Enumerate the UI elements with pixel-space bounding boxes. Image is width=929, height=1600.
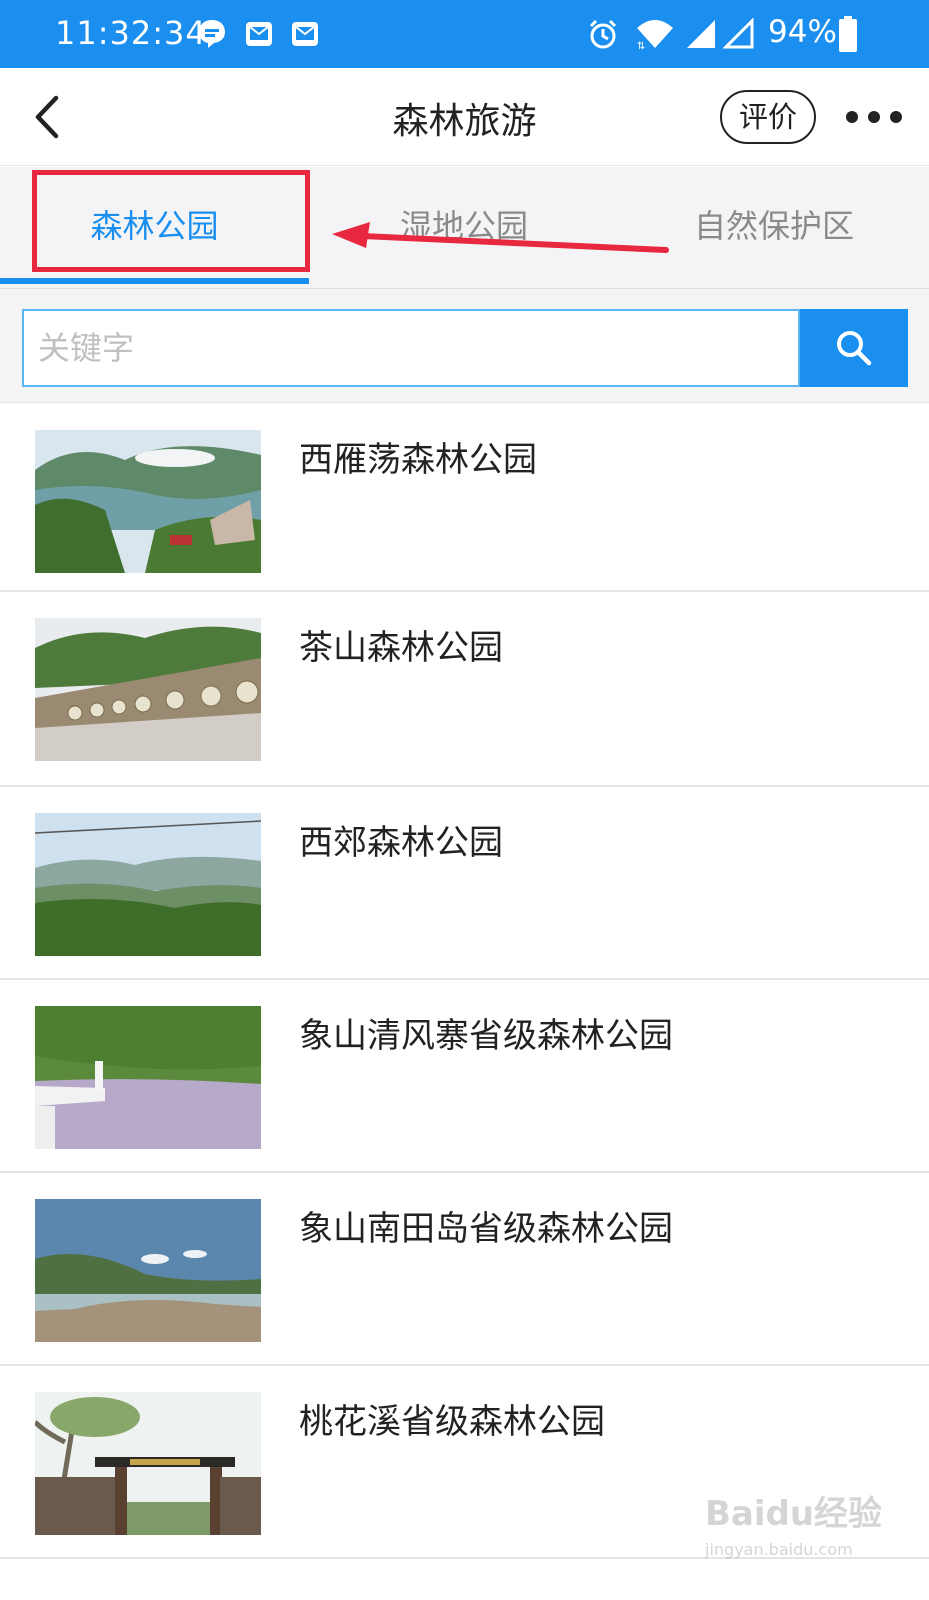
search-button[interactable] (800, 309, 908, 387)
search-input[interactable] (22, 309, 800, 387)
park-title: 西郊森林公园 (299, 823, 503, 863)
park-thumbnail (35, 1199, 261, 1342)
more-menu-button[interactable] (846, 104, 902, 130)
list-item[interactable]: 西郊森林公园 (0, 787, 929, 980)
alarm-icon (586, 18, 620, 50)
list-item[interactable]: 象山南田岛省级森林公园 (0, 1173, 929, 1366)
park-title: 象山南田岛省级森林公园 (299, 1209, 673, 1249)
list-item[interactable]: 茶山森林公园 (0, 592, 929, 787)
list-item[interactable]: 西雁荡森林公园 (0, 404, 929, 592)
list-item[interactable]: 象山清风寨省级森林公园 (0, 980, 929, 1173)
status-time: 11:32:34 (55, 14, 207, 52)
search-icon (837, 331, 872, 366)
chat-notification-icon (196, 18, 228, 50)
park-thumbnail (35, 618, 261, 761)
signal-icon (684, 18, 718, 50)
battery-icon (838, 14, 858, 54)
park-list: 西雁荡森林公园 茶山森林公园 西郊森林公园 象山清风寨省级森林公园 象山南田岛省… (0, 404, 929, 1559)
baidu-watermark-logo: Baidu经验 jingyan.baidu.com (705, 1494, 882, 1559)
park-title: 茶山森林公园 (299, 628, 503, 668)
mail-icon (290, 18, 320, 50)
rate-button[interactable]: 评价 (720, 90, 816, 144)
status-bar: 11:32:34 ⇅ 94% (0, 0, 929, 68)
wifi-icon: ⇅ (634, 18, 676, 50)
more-dots-icon (890, 111, 902, 123)
battery-percent: 94% (768, 14, 837, 50)
park-thumbnail (35, 813, 261, 956)
park-title: 西雁荡森林公园 (299, 440, 537, 480)
active-tab-indicator (0, 278, 309, 284)
tab-forest-park[interactable]: 森林公园 (0, 167, 309, 289)
park-title: 象山清风寨省级森林公园 (299, 1016, 673, 1056)
svg-text:⇅: ⇅ (637, 41, 645, 50)
nav-bar: 森林旅游 评价 (0, 68, 929, 166)
more-dots-icon (846, 111, 858, 123)
more-dots-icon (868, 111, 880, 123)
svg-text:Baidu经验: Baidu经验 (705, 1494, 882, 1534)
park-thumbnail (35, 1392, 261, 1535)
park-title: 桃花溪省级森林公园 (299, 1402, 605, 1442)
signal-empty-icon (722, 18, 756, 50)
park-thumbnail (35, 1006, 261, 1149)
annotation-arrow-icon (332, 222, 669, 253)
search-bar (0, 289, 929, 403)
mail-icon (244, 18, 274, 50)
svg-text:jingyan.baidu.com: jingyan.baidu.com (705, 1540, 853, 1559)
park-thumbnail (35, 430, 261, 573)
